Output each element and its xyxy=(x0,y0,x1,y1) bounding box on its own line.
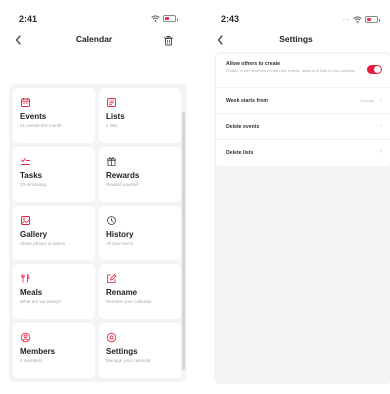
page-title: Settings xyxy=(279,34,313,44)
tile-subtitle: Reward yourself xyxy=(106,181,139,187)
history-icon xyxy=(106,213,117,225)
tile-subtitle: What are we eating? xyxy=(20,299,62,305)
battery-fill xyxy=(165,17,169,20)
tile-gallery[interactable]: Gallery Share photos & videos xyxy=(13,205,95,261)
status-time: 2:43 xyxy=(221,14,240,24)
toggle-knob xyxy=(374,66,381,73)
setting-value: Sunday xyxy=(360,98,374,103)
rename-icon xyxy=(106,271,117,284)
tile-title: Members xyxy=(20,347,56,357)
system-icons: ·· xyxy=(342,15,380,24)
tasks-icon xyxy=(20,154,31,165)
tile-tasks[interactable]: Tasks 10 remaining xyxy=(13,146,95,202)
tile-rewards[interactable]: Rewards Reward yourself xyxy=(99,146,181,202)
feature-grid: Events 21 events this month Lists 2 list… xyxy=(13,88,181,378)
tile-subtitle: 10 remaining xyxy=(20,181,47,187)
status-bar: 2:43 ·· xyxy=(206,14,386,26)
tile-title: Rename xyxy=(106,288,138,298)
chevron-right-icon: › xyxy=(380,123,382,129)
tile-subtitle: Share photos & videos xyxy=(20,240,66,246)
settings-list: Allow others to create Enable to let mem… xyxy=(216,54,390,166)
tile-subtitle: All your items xyxy=(106,240,134,246)
setting-label: Week starts from xyxy=(226,98,268,104)
tile-history[interactable]: History All your items xyxy=(99,205,181,261)
trash-icon[interactable] xyxy=(163,33,174,46)
tile-title: Events xyxy=(20,112,47,121)
settings-icon xyxy=(106,330,117,343)
tile-title: Settings xyxy=(106,347,138,357)
tile-members[interactable]: Members 4 members xyxy=(13,323,95,378)
scrollbar[interactable] xyxy=(182,112,185,370)
nav-bar: Calendar xyxy=(4,32,184,48)
setting-allow-others: Allow others to create Enable to let mem… xyxy=(216,54,390,88)
setting-label: Allow others to create xyxy=(226,61,281,67)
battery-icon xyxy=(365,16,380,23)
battery-icon xyxy=(163,15,178,22)
system-icons xyxy=(151,15,178,22)
nav-bar: Settings xyxy=(206,32,386,48)
setting-delete-lists[interactable]: Delete lists › xyxy=(216,140,390,166)
tile-title: Lists xyxy=(106,112,125,121)
battery-fill xyxy=(367,18,371,21)
tile-subtitle: Rename your calendar xyxy=(106,299,152,305)
status-time: 2:41 xyxy=(19,14,38,24)
setting-delete-events[interactable]: Delete events › xyxy=(216,114,390,140)
calendar-icon xyxy=(20,95,31,107)
calendar-screen: 2:41 Calendar Events 21 events this mont… xyxy=(4,0,187,394)
members-icon xyxy=(20,330,31,343)
page-title: Calendar xyxy=(75,34,113,44)
tile-subtitle: 2 lists xyxy=(106,123,118,128)
tile-title: Tasks xyxy=(20,170,43,180)
tile-title: Meals xyxy=(20,288,43,298)
setting-label: Delete events xyxy=(226,124,260,130)
wifi-icon xyxy=(151,15,160,22)
tile-title: Gallery xyxy=(20,229,48,239)
reward-icon xyxy=(106,154,117,166)
settings-screen: 2:43 ·· Settings Allow others to create … xyxy=(206,0,390,394)
tile-title: Rewards xyxy=(106,170,140,180)
signal-icon: ·· xyxy=(342,15,350,24)
tile-subtitle: 21 events this month xyxy=(20,123,62,128)
chevron-right-icon: › xyxy=(380,97,382,103)
feature-grid-container: Events 21 events this month Lists 2 list… xyxy=(9,84,187,382)
tile-subtitle: Manage your calendar xyxy=(106,358,151,364)
tile-rename[interactable]: Rename Rename your calendar xyxy=(99,264,181,320)
gallery-icon xyxy=(20,213,31,225)
status-bar: 2:41 xyxy=(4,14,184,26)
allow-others-toggle[interactable] xyxy=(367,65,382,74)
settings-container: Allow others to create Enable to let mem… xyxy=(214,52,390,384)
list-icon xyxy=(106,95,117,107)
tile-events[interactable]: Events 21 events this month xyxy=(13,88,95,143)
setting-description: Enable to let members create new events,… xyxy=(226,68,356,73)
tile-subtitle: 4 members xyxy=(20,358,43,364)
tile-lists[interactable]: Lists 2 lists xyxy=(99,88,181,143)
setting-week-start[interactable]: Week starts from Sunday › xyxy=(216,88,390,114)
chevron-right-icon: › xyxy=(380,149,382,155)
tile-title: History xyxy=(106,229,134,239)
tile-settings[interactable]: Settings Manage your calendar xyxy=(99,323,181,378)
wifi-icon xyxy=(353,16,362,23)
tile-meals[interactable]: Meals What are we eating? xyxy=(13,264,95,320)
setting-label: Delete lists xyxy=(226,150,254,156)
meals-icon xyxy=(20,271,31,283)
